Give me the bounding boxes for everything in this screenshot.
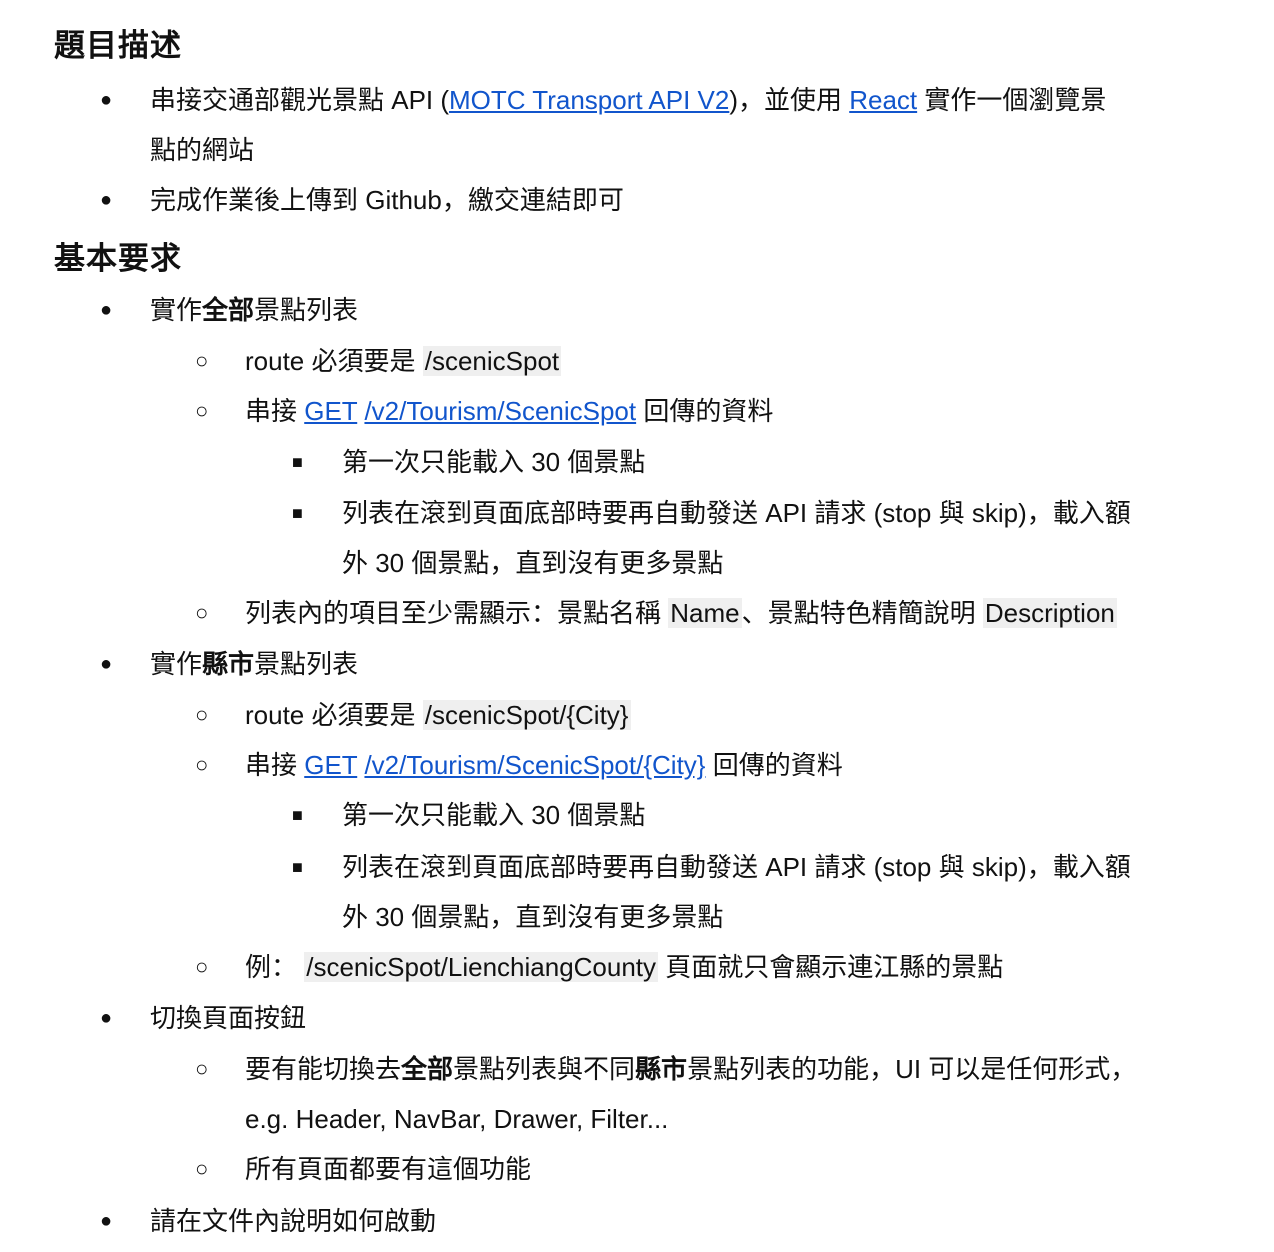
api-path-link[interactable]: /v2/Tourism/ScenicSpot/{City}: [364, 750, 705, 780]
square-marker: ■: [292, 452, 303, 472]
code-snippet: /scenicSpot: [422, 346, 562, 376]
react-link[interactable]: React: [849, 85, 917, 115]
bullet-marker: ●: [100, 189, 113, 211]
circle-marker: ○: [195, 600, 209, 625]
motc-api-link[interactable]: MOTC Transport API V2: [449, 85, 729, 115]
circle-marker: ○: [195, 348, 209, 373]
heading-description: 題目描述: [54, 28, 182, 63]
api-path-link[interactable]: /v2/Tourism/ScenicSpot: [364, 396, 636, 426]
square-marker: ■: [292, 857, 303, 877]
bullet-marker: ●: [100, 89, 113, 111]
get-link[interactable]: GET: [304, 750, 357, 780]
circle-marker: ○: [195, 1156, 209, 1181]
get-link[interactable]: GET: [304, 396, 357, 426]
circle-marker: ○: [195, 398, 209, 423]
circle-marker: ○: [195, 702, 209, 727]
square-marker: ■: [292, 805, 303, 825]
circle-marker: ○: [195, 752, 209, 777]
bullet-marker: ●: [100, 1210, 113, 1232]
square-marker: ■: [292, 503, 303, 523]
code-snippet: /scenicSpot/LienchiangCounty: [304, 952, 659, 982]
bullet-marker: ●: [100, 1007, 113, 1029]
bullet-marker: ●: [100, 653, 113, 675]
bullet-marker: ●: [100, 299, 113, 321]
circle-marker: ○: [195, 954, 209, 979]
circle-marker: ○: [195, 1056, 209, 1081]
heading-requirements: 基本要求: [54, 241, 182, 276]
code-snippet: /scenicSpot/{City}: [422, 700, 631, 730]
